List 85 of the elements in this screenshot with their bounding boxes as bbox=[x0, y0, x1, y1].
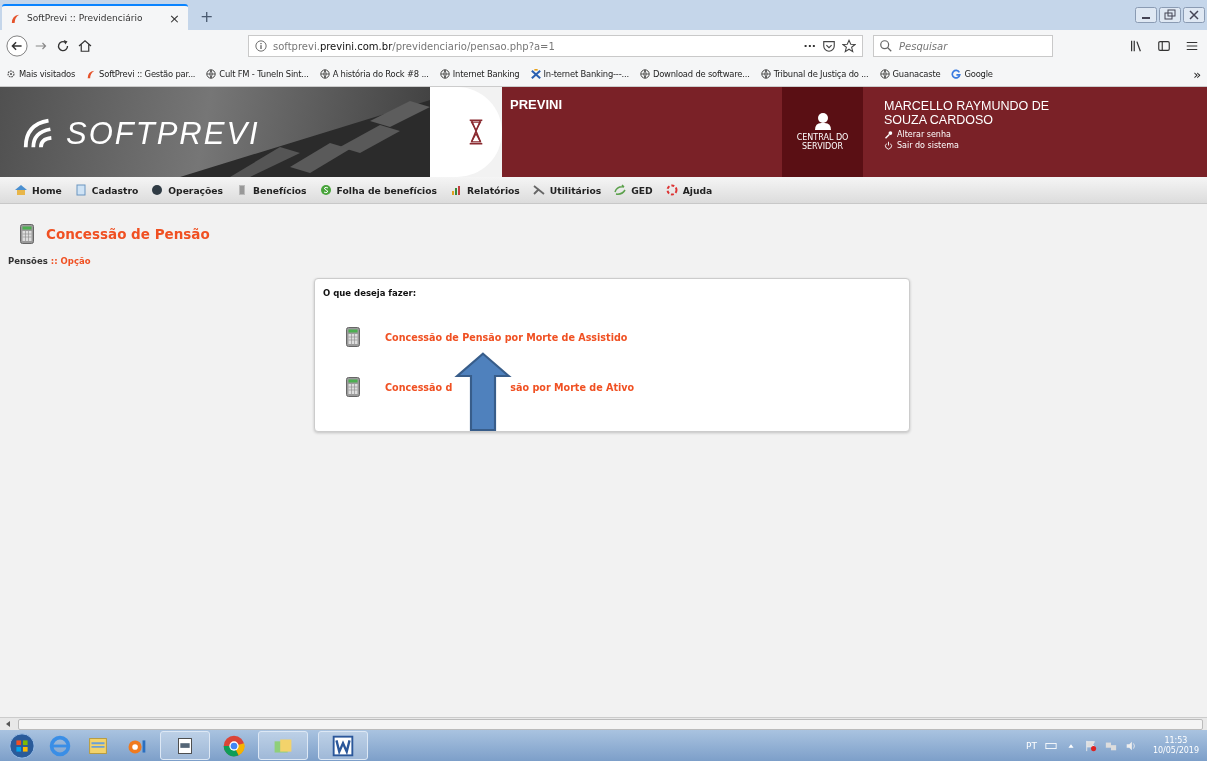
menu-item[interactable]: Cadastro bbox=[73, 184, 139, 196]
pocket-icon[interactable] bbox=[822, 39, 836, 53]
change-password-link[interactable]: Alterar senha bbox=[884, 129, 1074, 139]
globe-icon bbox=[439, 69, 450, 79]
calculator-icon bbox=[346, 327, 360, 347]
user-name: MARCELLO RAYMUNDO DE SOUZA CARDOSO bbox=[884, 99, 1051, 128]
bookmark-link[interactable]: Guanacaste bbox=[879, 69, 941, 79]
logo-text: SOFTPREVI bbox=[66, 116, 260, 152]
lifebuoy-icon bbox=[664, 184, 679, 196]
address-field[interactable]: softprevi.previni.com.br/previdenciario/pensao.php?a=1 ··· bbox=[248, 35, 863, 57]
swirl-icon bbox=[10, 12, 21, 24]
star-icon[interactable] bbox=[842, 39, 856, 53]
bookmark-link[interactable]: Google bbox=[951, 69, 993, 79]
bookmarks-overflow-button[interactable]: » bbox=[1193, 66, 1201, 82]
globe-icon bbox=[319, 69, 330, 79]
bank-icon bbox=[530, 69, 541, 79]
menu-icon[interactable] bbox=[1185, 39, 1199, 53]
menu-item[interactable]: Relatórios bbox=[449, 184, 520, 196]
clock-time: 11:53 bbox=[1164, 735, 1188, 746]
scroll-left-icon[interactable] bbox=[4, 720, 12, 728]
globe-icon bbox=[639, 69, 650, 79]
new-tab-button[interactable]: + bbox=[200, 7, 214, 26]
tab-title: SoftPrevi :: Previdenciário bbox=[27, 13, 143, 23]
page-actions-button[interactable]: ··· bbox=[803, 39, 816, 53]
globe-icon bbox=[206, 69, 217, 79]
arrows-icon bbox=[613, 184, 628, 196]
library-icon[interactable] bbox=[1129, 39, 1143, 53]
option-link[interactable]: são por Morte de Ativo bbox=[510, 381, 635, 393]
back-icon[interactable] bbox=[6, 35, 28, 57]
breadcrumb-separator: :: bbox=[50, 256, 58, 266]
browser-tab[interactable]: SoftPrevi :: Previdenciário × bbox=[2, 4, 188, 30]
bookmark-link[interactable]: Cult FM - TuneIn Sint... bbox=[206, 69, 309, 79]
start-button[interactable] bbox=[8, 731, 36, 760]
menu-item[interactable]: Utilitários bbox=[531, 184, 602, 196]
chart-icon bbox=[449, 184, 463, 196]
bookmark-link[interactable]: SoftPrevi :: Gestão par... bbox=[86, 69, 196, 79]
dollar-icon bbox=[318, 184, 333, 196]
url-text: softprevi.previni.com.br/previdenciario/pensao.php?a=1 bbox=[273, 40, 556, 52]
menu-item[interactable]: Folha de benefícios bbox=[318, 184, 437, 196]
globe-icon bbox=[150, 184, 165, 196]
gear-icon bbox=[6, 69, 16, 79]
calculator-icon bbox=[346, 377, 360, 397]
breadcrumb-current: Opção bbox=[60, 256, 91, 266]
tools-icon bbox=[531, 184, 546, 196]
flag-icon[interactable] bbox=[1084, 739, 1097, 752]
search-icon bbox=[879, 39, 893, 53]
sidebar-icon[interactable] bbox=[1157, 39, 1171, 53]
page-title: Concessão de Pensão bbox=[46, 226, 210, 242]
minimize-icon[interactable] bbox=[1135, 7, 1157, 23]
key-icon bbox=[884, 129, 893, 139]
search-field[interactable]: Pesquisar bbox=[873, 35, 1053, 57]
user-icon bbox=[812, 112, 833, 131]
calculator-icon bbox=[20, 224, 34, 244]
bookmark-link[interactable]: Download de software... bbox=[639, 69, 750, 79]
bookmark-link[interactable]: Tribunal de Justiça do ... bbox=[760, 69, 869, 79]
search-input[interactable]: Pesquisar bbox=[897, 39, 1041, 53]
bookmark-link[interactable]: A história do Rock #8 ... bbox=[319, 69, 429, 79]
bookmark-link[interactable]: Internet Banking bbox=[439, 69, 520, 79]
close-window-icon[interactable] bbox=[1183, 7, 1205, 23]
hourglass-icon bbox=[467, 117, 485, 147]
document-icon bbox=[73, 184, 88, 196]
power-icon bbox=[884, 140, 893, 150]
google-icon bbox=[951, 69, 962, 79]
central-servidor-button[interactable]: CENTRAL DO SERVIDOR bbox=[782, 87, 863, 177]
close-tab-button[interactable]: × bbox=[169, 10, 180, 26]
restore-icon[interactable] bbox=[1159, 7, 1181, 23]
entity-name: PREVINI bbox=[509, 96, 563, 114]
option-link[interactable]: Concessão d bbox=[385, 381, 453, 393]
bookmark-link[interactable]: In-ternet Banking---... bbox=[530, 69, 629, 79]
card-heading: O que deseja fazer: bbox=[323, 288, 418, 298]
home-icon[interactable] bbox=[76, 37, 94, 55]
breadcrumb-link[interactable]: Pensões bbox=[8, 256, 48, 266]
menu-item[interactable]: Operações bbox=[150, 184, 224, 196]
bookmark-link[interactable]: Mais visitados bbox=[6, 69, 76, 79]
globe-icon bbox=[760, 69, 771, 79]
option-link[interactable]: Concessão de Pensão por Morte de Assistido bbox=[385, 331, 628, 343]
globe-icon bbox=[879, 69, 890, 79]
logout-link[interactable]: Sair do sistema bbox=[884, 140, 1074, 150]
menu-item[interactable]: Benefícios bbox=[235, 184, 307, 196]
house-icon bbox=[14, 184, 28, 196]
menu-item[interactable]: Home bbox=[14, 184, 62, 196]
info-icon bbox=[255, 40, 267, 52]
menu-item[interactable]: Ajuda bbox=[664, 184, 713, 196]
menu-item[interactable]: GED bbox=[613, 184, 653, 196]
clock-date: 10/05/2019 bbox=[1152, 745, 1199, 756]
